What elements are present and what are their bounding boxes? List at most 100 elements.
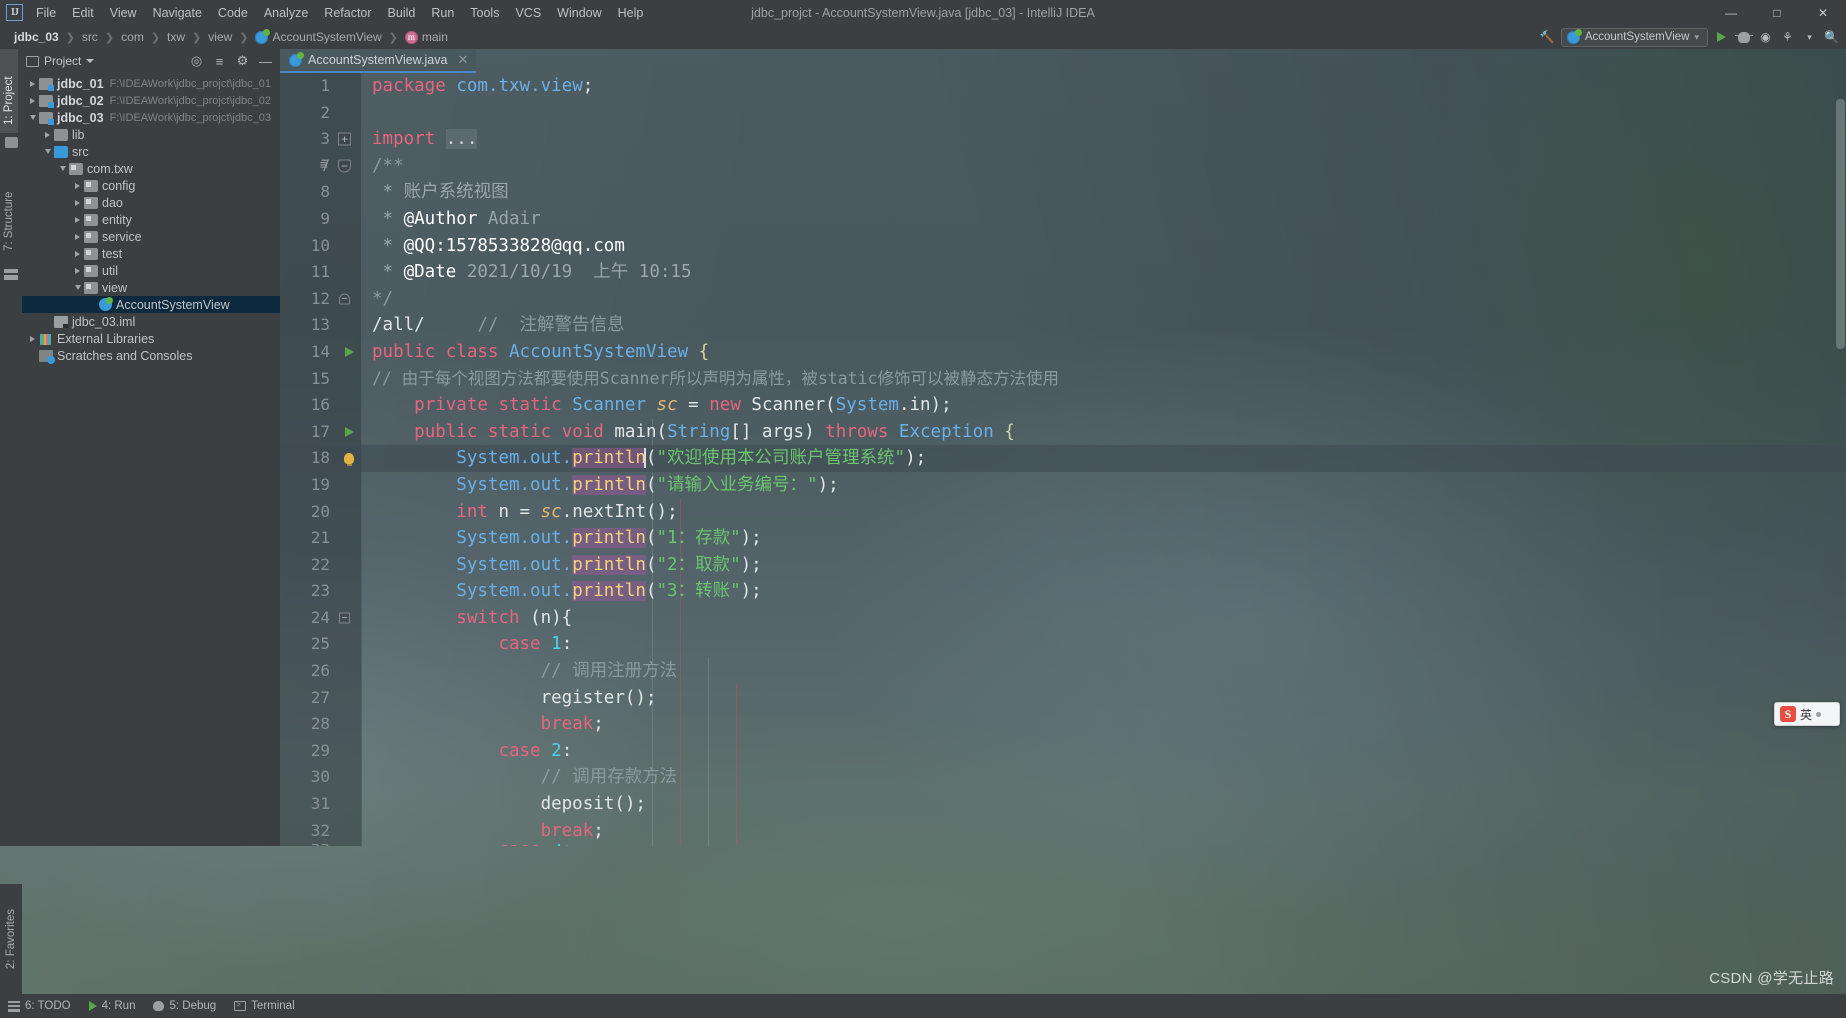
menu-item-window[interactable]: Window bbox=[549, 3, 609, 23]
code-line[interactable]: 33 case 3: bbox=[280, 844, 1846, 846]
code-line[interactable]: 30 // 调用存款方法 bbox=[280, 764, 1846, 791]
chevron-down-icon[interactable] bbox=[56, 162, 69, 175]
chevron-right-icon[interactable] bbox=[71, 179, 84, 192]
tree-item-dao[interactable]: dao bbox=[22, 194, 280, 211]
tree-item-util[interactable]: util bbox=[22, 262, 280, 279]
editor-tab-strip[interactable]: AccountSystemView.java ✕ bbox=[280, 49, 477, 73]
collapse-all-icon[interactable]: ≡ bbox=[211, 53, 228, 70]
menu-item-analyze[interactable]: Analyze bbox=[256, 3, 316, 23]
chevron-right-icon[interactable] bbox=[26, 94, 39, 107]
fold-collapse-icon[interactable]: − bbox=[339, 293, 350, 305]
hide-icon[interactable]: — bbox=[257, 53, 274, 70]
chevron-right-icon[interactable] bbox=[71, 264, 84, 277]
code-line[interactable]: 27 register(); bbox=[280, 685, 1846, 712]
tree-item-entity[interactable]: entity bbox=[22, 211, 280, 228]
status-item-terminal[interactable]: Terminal bbox=[226, 994, 304, 1018]
menu-item-view[interactable]: View bbox=[102, 3, 145, 23]
menu-item-code[interactable]: Code bbox=[210, 3, 256, 23]
menu-item-vcs[interactable]: VCS bbox=[507, 3, 549, 23]
close-button[interactable]: ✕ bbox=[1800, 0, 1846, 25]
coverage-icon[interactable]: ◉ bbox=[1757, 29, 1774, 46]
chevron-right-icon[interactable] bbox=[71, 247, 84, 260]
tree-item-jdbc-02[interactable]: jdbc_02 F:\IDEAWork\jdbc_projct\jdbc_02 bbox=[22, 92, 280, 109]
ime-mode-label[interactable]: 英 bbox=[1800, 706, 1812, 723]
gear-icon[interactable]: ⚙ bbox=[234, 53, 251, 70]
breadcrumb-item-jdbc03[interactable]: jdbc_03 bbox=[8, 28, 65, 46]
code-line[interactable]: 12 − */ bbox=[280, 286, 1846, 313]
code-line[interactable]: 28 break; bbox=[280, 711, 1846, 738]
project-panel-title-group[interactable]: Project bbox=[26, 54, 95, 68]
code-line[interactable]: 29 case 2: bbox=[280, 738, 1846, 765]
chevron-right-icon[interactable] bbox=[26, 77, 39, 90]
code-line[interactable]: 9 * @Author Adair bbox=[280, 206, 1846, 233]
menu-item-build[interactable]: Build bbox=[380, 3, 424, 23]
chevron-down-icon[interactable] bbox=[86, 59, 95, 63]
locate-icon[interactable]: ◎ bbox=[188, 53, 205, 70]
ime-menu-icon[interactable] bbox=[1816, 711, 1822, 717]
main-menu-bar[interactable]: File Edit View Navigate Code Analyze Ref… bbox=[28, 3, 651, 23]
code-content[interactable]: 1 package com.txw.view; 2 3 + import ... bbox=[280, 73, 1846, 846]
menu-item-edit[interactable]: Edit bbox=[64, 3, 102, 23]
tree-item-src[interactable]: src bbox=[22, 143, 280, 160]
code-line[interactable]: 7 ≡ − /** bbox=[280, 153, 1846, 180]
breadcrumb-item-view[interactable]: view bbox=[202, 28, 238, 46]
sidebar-tab-favorites[interactable]: 2: Favorites bbox=[0, 884, 22, 994]
code-line[interactable]: 17 public static void main(String[] args… bbox=[280, 419, 1846, 446]
chevron-right-icon[interactable] bbox=[71, 196, 84, 209]
sidebar-tab-project[interactable]: 1: Project bbox=[0, 49, 18, 133]
chevron-down-icon[interactable] bbox=[41, 145, 54, 158]
breadcrumb-item-src[interactable]: src bbox=[76, 28, 104, 46]
breadcrumb[interactable]: jdbc_03 ❯ src ❯ com ❯ txw ❯ view ❯ Accou… bbox=[0, 28, 454, 46]
gutter-marker-run[interactable] bbox=[336, 427, 362, 438]
code-line[interactable]: 21 System.out.println("1：存款"); bbox=[280, 525, 1846, 552]
chevron-down-icon[interactable] bbox=[26, 111, 39, 124]
tree-item-config[interactable]: config bbox=[22, 177, 280, 194]
code-line[interactable]: 1 package com.txw.view; bbox=[280, 73, 1846, 100]
code-line[interactable]: 19 System.out.println("请输入业务编号："); bbox=[280, 472, 1846, 499]
maximize-button[interactable]: □ bbox=[1754, 0, 1800, 25]
menu-item-file[interactable]: File bbox=[28, 3, 64, 23]
code-line[interactable]: 14 public class AccountSystemView { bbox=[280, 339, 1846, 366]
hammer-icon[interactable]: 🔨 bbox=[1539, 29, 1556, 46]
ime-widget[interactable]: S 英 bbox=[1774, 702, 1840, 726]
gutter-marker-run[interactable] bbox=[336, 347, 362, 358]
sidebar-tab-structure[interactable]: 7: Structure bbox=[0, 159, 18, 259]
chevron-right-icon[interactable] bbox=[41, 128, 54, 141]
run-toolbar[interactable]: 🔨 AccountSystemView ▾ ◉ ⚘ ▾ 🔍 bbox=[1539, 25, 1840, 49]
code-line[interactable]: 16 private static Scanner sc = new Scann… bbox=[280, 392, 1846, 419]
code-line[interactable]: 31 deposit(); bbox=[280, 791, 1846, 818]
editor-body[interactable]: 1 package com.txw.view; 2 3 + import ... bbox=[280, 73, 1846, 846]
window-controls[interactable]: — □ ✕ bbox=[1708, 0, 1846, 25]
menu-item-refactor[interactable]: Refactor bbox=[316, 3, 379, 23]
tree-item-com-txw[interactable]: com.txw bbox=[22, 160, 280, 177]
status-item-todo[interactable]: 6: TODO bbox=[0, 994, 81, 1018]
search-icon[interactable]: 🔍 bbox=[1823, 29, 1840, 46]
tree-item-jdbc-03[interactable]: jdbc_03 F:\IDEAWork\jdbc_projct\jdbc_03 bbox=[22, 109, 280, 126]
tree-item-scratches-and-consoles[interactable]: Scratches and Consoles bbox=[22, 347, 280, 364]
gutter-marker-intention[interactable] bbox=[336, 453, 362, 467]
code-line[interactable]: 23 System.out.println("3：转账"); bbox=[280, 578, 1846, 605]
menu-item-run[interactable]: Run bbox=[423, 3, 462, 23]
editor-tab-accountsystemview[interactable]: AccountSystemView.java ✕ bbox=[280, 49, 477, 73]
project-tree[interactable]: jdbc_01 F:\IDEAWork\jdbc_projct\jdbc_01 jd… bbox=[22, 73, 280, 846]
minimize-button[interactable]: — bbox=[1708, 0, 1754, 25]
run-icon[interactable] bbox=[1713, 29, 1730, 46]
code-line[interactable]: 3 + import ... bbox=[280, 126, 1846, 153]
fold-expand-icon[interactable]: + bbox=[338, 132, 351, 146]
run-configuration-selector[interactable]: AccountSystemView ▾ bbox=[1560, 27, 1708, 47]
fold-collapse-icon[interactable]: − bbox=[338, 159, 351, 173]
code-line[interactable]: 20 int n = sc.nextInt(); bbox=[280, 499, 1846, 526]
status-item-debug[interactable]: 5: Debug bbox=[145, 994, 226, 1018]
status-item-run[interactable]: 4: Run bbox=[81, 994, 146, 1018]
code-line[interactable]: 2 bbox=[280, 100, 1846, 127]
tree-item-jdbc-03-iml[interactable]: jdbc_03.iml bbox=[22, 313, 280, 330]
profile-icon[interactable]: ⚘ bbox=[1779, 29, 1796, 46]
token-folded-imports[interactable]: ... bbox=[445, 129, 478, 150]
tree-item-service[interactable]: service bbox=[22, 228, 280, 245]
code-line[interactable]: 26 // 调用注册方法 bbox=[280, 658, 1846, 685]
code-line[interactable]: 10 * @QQ:1578533828@qq.com bbox=[280, 233, 1846, 260]
chevron-down-icon[interactable]: ▾ bbox=[1801, 29, 1818, 46]
tree-item-accountsystemview[interactable]: AccountSystemView bbox=[22, 296, 280, 313]
lightbulb-icon[interactable] bbox=[344, 453, 354, 467]
breadcrumb-item-method[interactable]: main bbox=[399, 28, 454, 46]
